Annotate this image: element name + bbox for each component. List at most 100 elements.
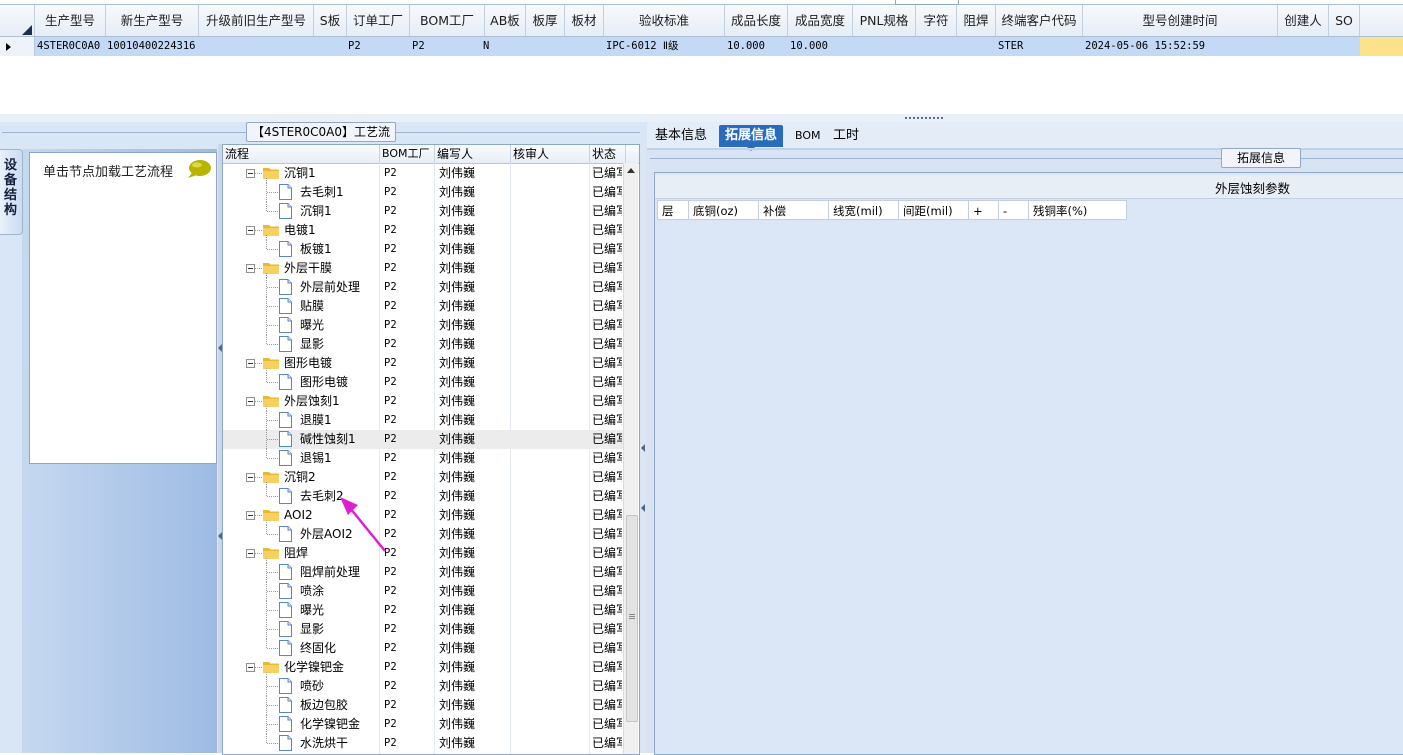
tree-node-item[interactable]: 外层前处理 P2 刘伟巍 已编写 [223,278,623,297]
col-residual-copper[interactable]: 残铜率(%) [1029,200,1127,220]
tree-node-group[interactable]: 阻焊 P2 刘伟巍 已编写 [223,544,623,563]
col-bom-factory[interactable]: BOM工厂 [380,145,435,163]
tab-device-structure[interactable]: 设备结构 [0,149,23,235]
col-so[interactable]: SO [1329,5,1360,36]
tree-node-group[interactable]: 化学镍钯金 P2 刘伟巍 已编写 [223,658,623,677]
col-thickness[interactable]: 板厚 [526,5,565,36]
tree-node-item[interactable]: 显影 P2 刘伟巍 已编写 [223,620,623,639]
horizontal-splitter[interactable] [0,114,1403,122]
tab-extended-info[interactable]: 拓展信息 [719,125,784,151]
tree-node-item[interactable]: 沉铜1 P2 刘伟巍 已编写 [223,202,623,221]
scroll-up-icon[interactable] [627,168,635,173]
cell-s-board[interactable] [314,37,346,56]
col-minus[interactable]: - [999,200,1029,220]
tab-bom[interactable]: BOM [789,125,827,147]
cell-created[interactable]: 2024-05-06 15:52:59 [1083,37,1277,56]
tree-node-item[interactable]: 曝光 P2 刘伟巍 已编写 [223,601,623,620]
cell-so[interactable] [1329,37,1359,56]
col-flow[interactable]: 流程 [223,145,380,163]
cell-bom-factory[interactable]: P2 [410,37,484,56]
cell-thickness[interactable] [526,37,564,56]
col-creator[interactable]: 创建人 [1278,5,1329,36]
tree-node-item[interactable]: 外层AOI2 P2 刘伟巍 已编写 [223,525,623,544]
tree-node-item[interactable]: 化学镍钯金 P2 刘伟巍 已编写 [223,715,623,734]
tree-node-group[interactable]: 沉铜2 P2 刘伟巍 已编写 [223,468,623,487]
col-length[interactable]: 成品长度 [725,5,788,36]
grid-corner[interactable] [0,5,35,36]
col-spacing[interactable]: 间距(mil) [899,200,969,220]
tree-node-item[interactable]: 喷涂 P2 刘伟巍 已编写 [223,582,623,601]
tree-node-item[interactable]: 曝光 P2 刘伟巍 已编写 [223,316,623,335]
tab-work-hours[interactable]: 工时 [827,125,865,147]
col-compensation[interactable]: 补偿 [759,200,829,220]
col-legend[interactable]: 字符 [916,5,957,36]
tree-node-item[interactable]: 阻焊前处理 P2 刘伟巍 已编写 [223,563,623,582]
cell-standard[interactable]: IPC-6012 Ⅱ级 [604,37,724,56]
cell-pnl[interactable] [853,37,915,56]
collapse-toggle-icon[interactable] [246,549,255,558]
tree-scrollbar[interactable] [623,163,638,754]
cell-material[interactable] [565,37,603,56]
col-prod-model[interactable]: 生产型号 [35,5,106,36]
col-base-copper[interactable]: 底铜(oz) [689,200,759,220]
tree-node-item[interactable]: 终固化 P2 刘伟巍 已编写 [223,639,623,658]
collapse-toggle-icon[interactable] [246,397,255,406]
col-created[interactable]: 型号创建时间 [1083,5,1278,36]
collapse-toggle-icon[interactable] [246,663,255,672]
collapse-toggle-icon[interactable] [246,473,255,482]
tree-node-item[interactable]: 板边包胶 P2 刘伟巍 已编写 [223,696,623,715]
col-material[interactable]: 板材 [565,5,604,36]
tree-node-item[interactable]: 水洗烘干 P2 刘伟巍 已编写 [223,734,623,753]
col-bom-factory[interactable]: BOM工厂 [410,5,485,36]
tree-node-item[interactable]: 图形电镀 P2 刘伟巍 已编写 [223,373,623,392]
tab-basic-info[interactable]: 基本信息 [649,125,713,147]
workflow-tree[interactable]: 流程 BOM工厂 编写人 核审人 状态 沉铜1P2刘伟巍已编写去毛刺1P2刘伟巍… [222,144,640,755]
tree-node-item[interactable]: 显影 P2 刘伟巍 已编写 [223,335,623,354]
cell-ab-board[interactable]: N [481,37,523,56]
cell-width[interactable]: 10.000 [788,37,852,56]
right-splitter[interactable] [640,144,647,753]
col-order-factory[interactable]: 订单工厂 [347,5,410,36]
tree-node-group[interactable]: 外层蚀刻1 P2 刘伟巍 已编写 [223,392,623,411]
col-width[interactable]: 成品宽度 [788,5,853,36]
tree-node-group[interactable]: AOI2 P2 刘伟巍 已编写 [223,506,623,525]
tree-node-item[interactable]: 退锡1 P2 刘伟巍 已编写 [223,449,623,468]
row-indicator[interactable] [0,37,35,56]
cell-order-factory[interactable]: P2 [346,37,408,56]
tree-node-item[interactable]: 去毛刺1 P2 刘伟巍 已编写 [223,183,623,202]
col-plus[interactable]: + [969,200,999,220]
load-hint-box[interactable]: 单击节点加载工艺流程 [29,152,217,464]
etch-params-grid[interactable]: 外层蚀刻参数 层 底铜(oz) 补偿 线宽(mil) 间距(mil) + - 残… [654,172,1403,755]
scroll-thumb[interactable] [626,515,638,722]
cell-creator[interactable] [1278,37,1328,56]
cell-length[interactable]: 10.000 [725,37,787,56]
cell-prod-model[interactable]: 4STER0C0A0 [35,37,105,56]
col-pnl[interactable]: PNL规格 [853,5,916,36]
cell-customer[interactable]: STER [996,37,1082,56]
tree-node-group[interactable]: 图形电镀 P2 刘伟巍 已编写 [223,354,623,373]
col-old-model[interactable]: 升级前旧生产型号 [199,5,314,36]
tree-node-item[interactable]: 喷砂 P2 刘伟巍 已编写 [223,677,623,696]
cell-mask[interactable] [957,37,995,56]
cell-old-model[interactable] [199,37,313,56]
tree-node-item[interactable]: 板镀1 P2 刘伟巍 已编写 [223,240,623,259]
tree-node-item[interactable]: 退膜1 P2 刘伟巍 已编写 [223,411,623,430]
tree-node-group[interactable]: 沉铜1 P2 刘伟巍 已编写 [223,164,623,183]
col-ab-board[interactable]: AB板 [485,5,526,36]
tree-node-item[interactable]: 去毛刺2 P2 刘伟巍 已编写 [223,487,623,506]
col-status[interactable]: 状态 [590,145,626,163]
collapse-toggle-icon[interactable] [246,169,255,178]
table-row[interactable]: 4STER0C0A0 10010400224316 P2 P2 N IPC-60… [0,37,1403,56]
col-writer[interactable]: 编写人 [435,145,511,163]
cell-new-model[interactable]: 10010400224316 [105,37,199,56]
collapse-toggle-icon[interactable] [246,359,255,368]
col-standard[interactable]: 验收标准 [604,5,725,36]
collapse-toggle-icon[interactable] [246,264,255,273]
col-new-model[interactable]: 新生产型号 [106,5,199,36]
col-line-width[interactable]: 线宽(mil) [829,200,899,220]
tree-node-group[interactable]: 外层干膜 P2 刘伟巍 已编写 [223,259,623,278]
collapse-toggle-icon[interactable] [246,226,255,235]
tree-node-item[interactable]: 碱性蚀刻1 P2 刘伟巍 已编写 [223,430,623,449]
popup-handle[interactable] [895,0,959,5]
col-s-board[interactable]: S板 [314,5,347,36]
